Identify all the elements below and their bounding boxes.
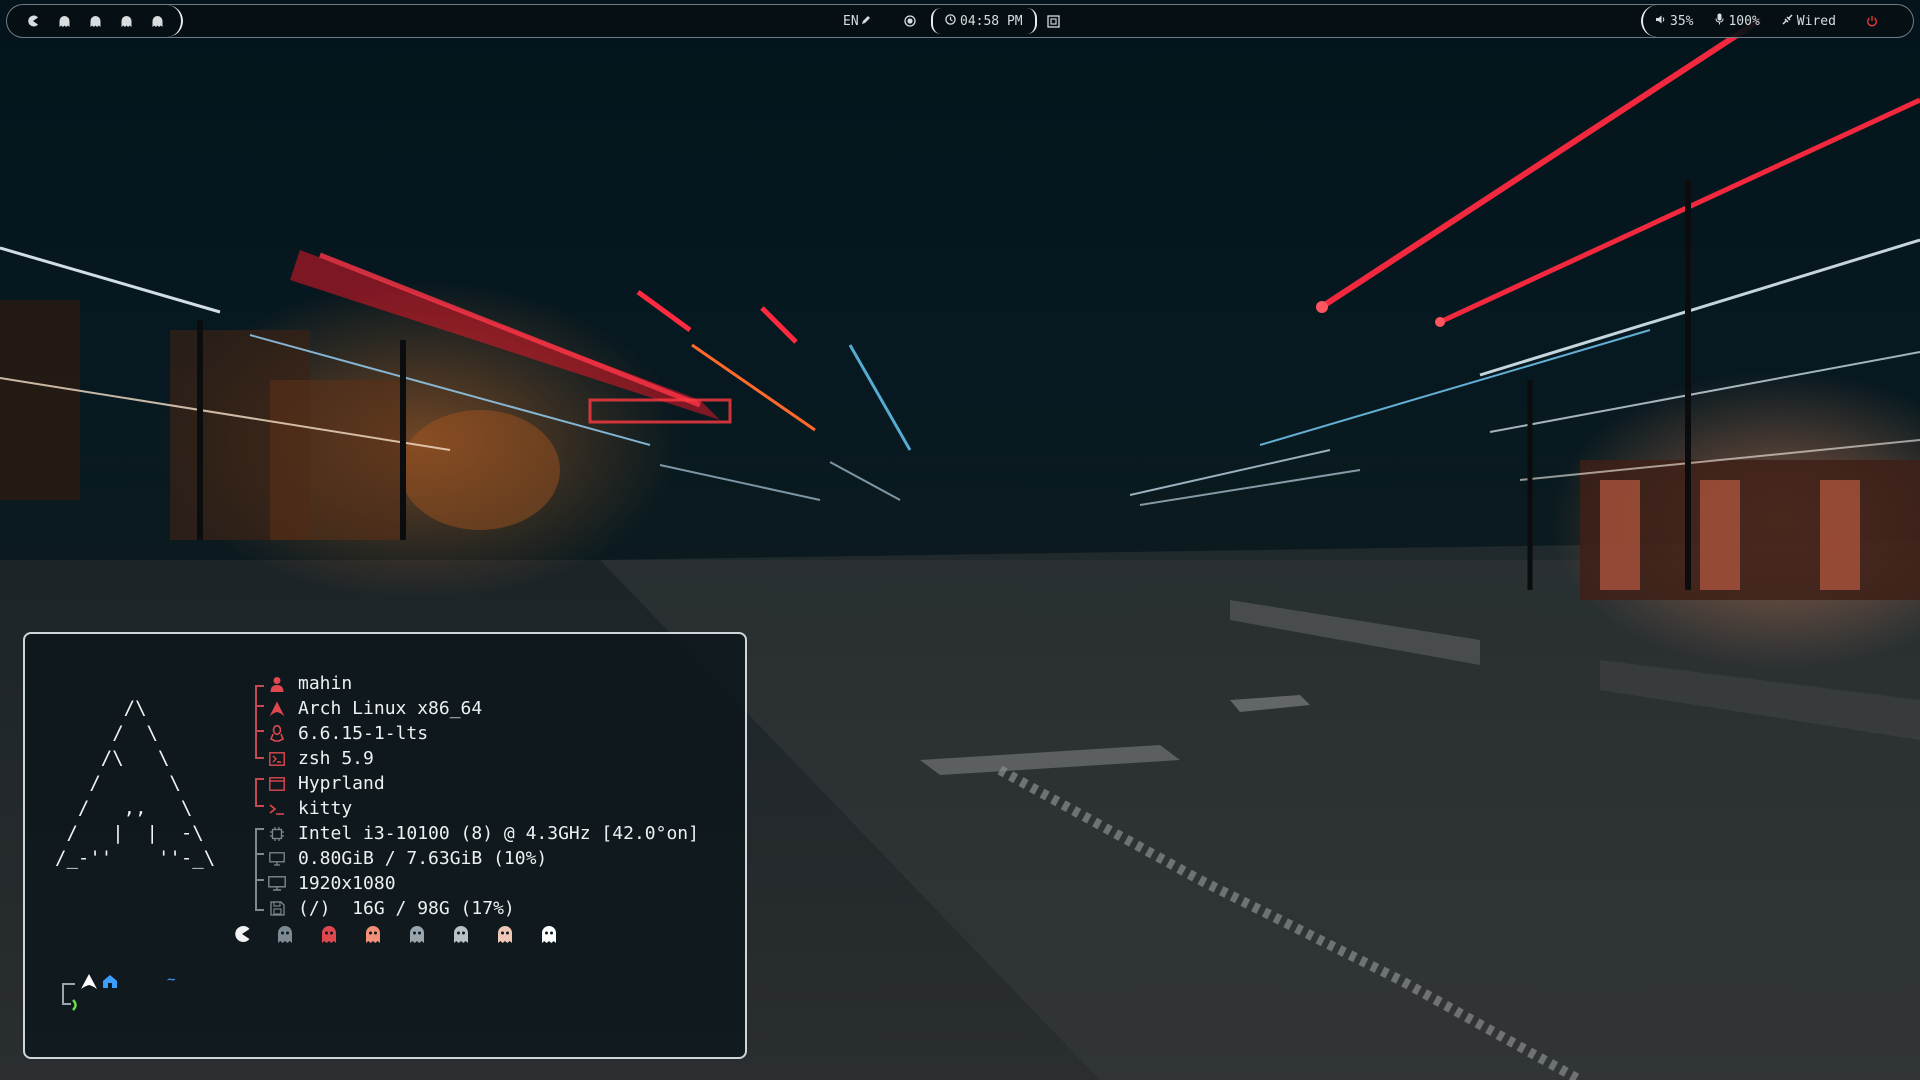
fastfetch-info: mahin Arch Linux x86_64 6.6.15-1-lts zsh… <box>245 671 699 921</box>
info-user: mahin <box>245 671 699 696</box>
microphone-icon <box>1715 13 1724 29</box>
ethernet-icon <box>1782 13 1793 29</box>
palette-ghost-icon <box>409 925 427 943</box>
info-memory-text: 0.80GiB / 7.63GiB (10%) <box>298 848 548 869</box>
user-icon <box>265 674 289 694</box>
workspace-3-ghost-icon[interactable] <box>90 15 101 27</box>
workspaces <box>7 5 183 37</box>
bar-right: 35% 100% Wired <box>1641 5 1913 37</box>
info-user-text: mahin <box>298 673 353 694</box>
keyboard-layout[interactable]: EN <box>843 14 887 29</box>
pencil-icon <box>861 14 871 29</box>
record-icon <box>904 15 916 27</box>
terminal-window[interactable]: /\ / \ /\ \ / \ / ,, \ / | | -\ /_-'' ''… <box>23 632 747 1059</box>
prompt-directory: ~ <box>167 972 176 988</box>
top-bar: EN 04:58 PM 35% 100% Wired <box>6 4 1914 38</box>
screenshot-button[interactable] <box>1046 14 1060 28</box>
workspace-4-ghost-icon[interactable] <box>121 15 132 27</box>
network-status[interactable]: Wired <box>1782 14 1836 29</box>
palette-ghost-icon <box>365 925 383 943</box>
clock-icon <box>945 13 956 29</box>
cpu-icon <box>265 824 289 844</box>
palette-ghost-icon <box>321 925 339 943</box>
network-label: Wired <box>1796 13 1836 29</box>
window-icon <box>265 774 289 794</box>
info-cpu: Intel i3-10100 (8) @ 4.3GHz [42.0°on] <box>245 821 699 846</box>
arch-ascii-logo: /\ / \ /\ \ / \ / ,, \ / | | -\ /_-'' ''… <box>55 697 216 869</box>
monitor-icon <box>265 874 289 894</box>
bar-center: EN 04:58 PM <box>843 5 1060 37</box>
palette-pacman-icon <box>233 925 251 943</box>
microphone-level: 100% <box>1728 13 1760 29</box>
memory-icon <box>265 849 289 869</box>
linux-icon <box>265 724 289 744</box>
power-button[interactable] <box>1866 15 1878 27</box>
keyboard-layout-label: EN <box>843 13 859 29</box>
info-memory: 0.80GiB / 7.63GiB (10%) <box>245 846 699 871</box>
palette-ghost-icon <box>453 925 471 943</box>
palette-ghost-icon <box>277 925 295 943</box>
volume-control[interactable]: 35% <box>1655 14 1693 29</box>
speaker-icon <box>1655 14 1666 29</box>
terminal-icon <box>265 799 289 819</box>
info-kernel: 6.6.15-1-lts <box>245 721 699 746</box>
record-button[interactable] <box>897 15 923 27</box>
prompt-arrow <box>72 999 77 1011</box>
clock-time: 04:58 PM <box>960 13 1023 29</box>
shell-icon <box>265 749 289 769</box>
info-wm-text: Hyprland <box>298 773 385 794</box>
info-shell: zsh 5.9 <box>245 746 699 771</box>
info-kernel-text: 6.6.15-1-lts <box>298 723 429 744</box>
screenshot-icon <box>1046 14 1060 28</box>
info-disk-text: (/) 16G / 98G (17%) <box>298 898 515 919</box>
info-wm: Hyprland <box>245 771 699 796</box>
info-terminal: kitty <box>245 796 699 821</box>
info-os-text: Arch Linux x86_64 <box>298 698 483 719</box>
palette-ghost-icon <box>541 925 559 943</box>
info-terminal-text: kitty <box>298 798 353 819</box>
color-palette <box>233 925 559 943</box>
info-shell-text: zsh 5.9 <box>298 748 374 769</box>
info-display-text: 1920x1080 <box>298 873 396 894</box>
prompt-home-icon <box>103 975 117 988</box>
info-cpu-text: Intel i3-10100 (8) @ 4.3GHz [42.0°on] <box>298 823 699 844</box>
shell-prompt[interactable]: ~ <box>59 972 189 1028</box>
clock[interactable]: 04:58 PM <box>931 8 1037 34</box>
palette-ghost-icon <box>497 925 515 943</box>
workspace-2-ghost-icon[interactable] <box>59 15 70 27</box>
info-disk: (/) 16G / 98G (17%) <box>245 896 699 921</box>
info-display: 1920x1080 <box>245 871 699 896</box>
disk-icon <box>265 899 289 919</box>
workspace-5-ghost-icon[interactable] <box>152 15 163 27</box>
arch-icon <box>265 699 289 719</box>
microphone-control[interactable]: 100% <box>1715 13 1760 29</box>
power-icon <box>1867 15 1877 27</box>
info-os: Arch Linux x86_64 <box>245 696 699 721</box>
workspace-1-pacman-icon[interactable] <box>27 15 39 27</box>
prompt-arch-icon <box>81 974 97 989</box>
volume-level: 35% <box>1670 13 1694 29</box>
